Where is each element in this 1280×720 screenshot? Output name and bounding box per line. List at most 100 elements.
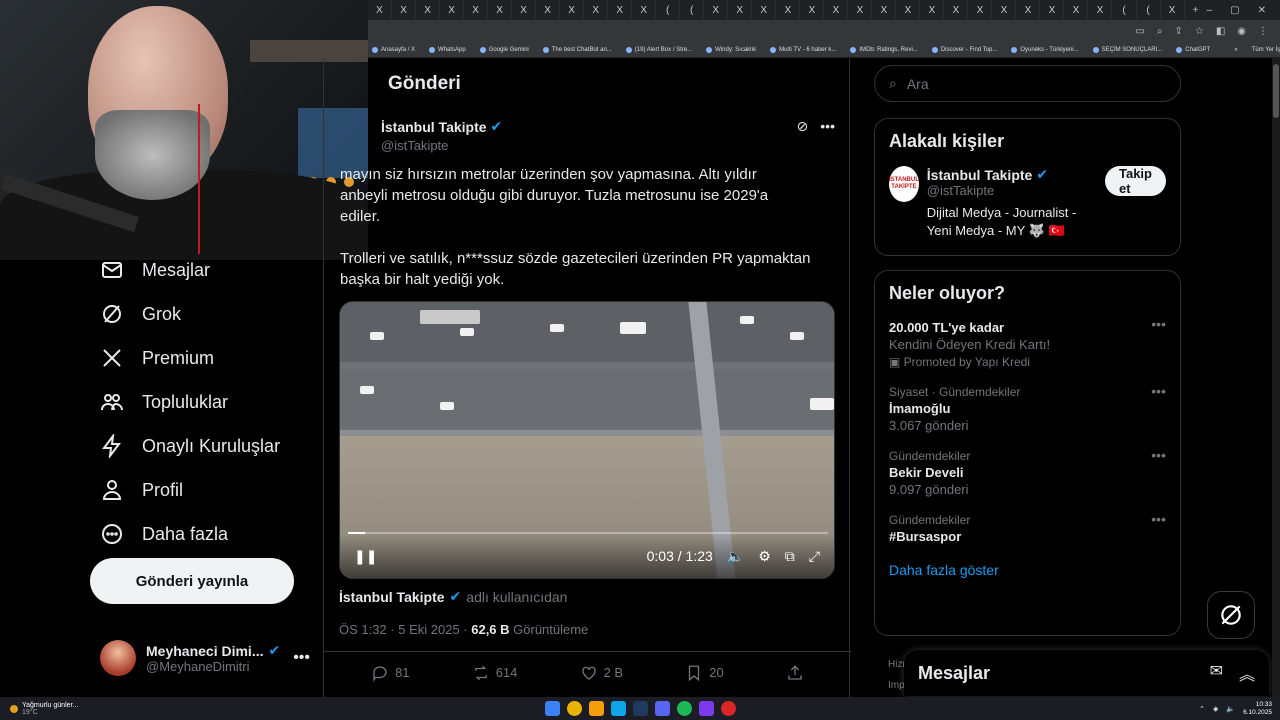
new-tab-button[interactable]: + — [1185, 5, 1207, 16]
all-bookmarks-button[interactable]: Tüm Yer İşaretleri — [1252, 47, 1280, 53]
related-handle[interactable]: @istTakipte — [927, 183, 1097, 198]
window-control-button[interactable]: – — [1207, 5, 1213, 16]
bookmark-item[interactable]: Google Gemini — [479, 46, 529, 53]
spotify-icon[interactable] — [677, 701, 692, 716]
share-button[interactable] — [786, 664, 804, 682]
sidebar-item-grok[interactable]: Grok — [90, 292, 322, 336]
start-icon[interactable] — [545, 701, 560, 716]
volume-icon[interactable]: 🔈 — [727, 548, 744, 565]
search-input[interactable]: ⌕ Ara — [874, 65, 1181, 102]
grok-button[interactable] — [1207, 591, 1255, 639]
trend-item[interactable]: Siyaset · Gündemdekiler İmamoğlu 3.067 g… — [875, 377, 1180, 441]
sidebar-item-communities[interactable]: Topluluklar — [90, 380, 322, 424]
account-switcher[interactable]: Meyhaneci Dimi... ✔ @MeyhaneDimitri ••• — [100, 636, 310, 680]
menu-icon[interactable]: ⋮ — [1258, 26, 1268, 37]
bookmark-item[interactable]: The best ChatBot an... — [542, 46, 612, 53]
bookmark-item[interactable]: Anasayfa / X — [372, 46, 415, 53]
discord-icon[interactable] — [655, 701, 670, 716]
browser-tab[interactable]: X — [368, 0, 393, 20]
repost-button[interactable]: 614 — [472, 664, 517, 682]
sidebar-item-verified-orgs[interactable]: Onaylı Kuruluşlar — [90, 424, 322, 468]
sidebar-item-messages[interactable]: Mesajlar — [90, 248, 322, 292]
sidebar-item-premium[interactable]: Premium — [90, 336, 322, 380]
browser-tab[interactable]: X — [752, 0, 777, 20]
browser-tab[interactable]: X — [392, 0, 417, 20]
tray-chevron-icon[interactable]: ⌃ — [1199, 705, 1205, 713]
browser-tab[interactable]: X — [1064, 0, 1089, 20]
bookmark-item[interactable]: Multi TV - 6 haber k... — [770, 46, 836, 53]
window-control-button[interactable]: ✕ — [1258, 5, 1266, 16]
volume-icon[interactable]: 🔈 — [1226, 705, 1235, 713]
clock[interactable]: 10:33 6.10.2025 — [1243, 701, 1272, 717]
bookmark-item[interactable]: IMDb: Ratings, Revi... — [850, 46, 918, 53]
more-icon[interactable]: ••• — [293, 649, 310, 667]
settings-gear-icon[interactable]: ⚙ — [758, 548, 771, 565]
window-control-button[interactable]: ▢ — [1230, 5, 1239, 16]
more-icon[interactable]: ••• — [1151, 511, 1166, 527]
browser-tab[interactable]: X — [920, 0, 945, 20]
fullscreen-icon[interactable]: ⤢ — [809, 548, 820, 565]
author-handle[interactable]: @istTakipte — [381, 138, 502, 153]
browser-tab[interactable]: X — [488, 0, 513, 20]
browser-tab[interactable]: ( — [1137, 0, 1161, 20]
more-icon[interactable]: ••• — [820, 118, 835, 135]
browser-tab[interactable]: X — [608, 0, 633, 20]
browser-tab[interactable]: X — [968, 0, 993, 20]
network-icon[interactable]: ◈ — [1213, 705, 1218, 713]
browser-tab[interactable]: X — [872, 0, 897, 20]
new-message-icon[interactable]: ✉ — [1210, 661, 1223, 685]
browser-tab[interactable]: ( — [656, 0, 681, 20]
bookmark-star-icon[interactable]: ☆ — [1195, 26, 1204, 37]
bookmark-item[interactable]: Oyuneks - Türkiyeni... — [1011, 46, 1079, 53]
browser-tab[interactable]: X — [944, 0, 969, 20]
picture-in-picture-icon[interactable]: ⧉ — [785, 548, 795, 565]
browser-tab[interactable]: X — [1016, 0, 1041, 20]
bookmark-item[interactable]: SEÇİM SONUÇLARI... — [1092, 46, 1162, 53]
bookmark-item[interactable]: Windy: Sıcaklık — [706, 46, 756, 53]
app-icon[interactable] — [721, 701, 736, 716]
post-button[interactable]: Gönderi yayınla — [90, 558, 294, 604]
browser-tab[interactable]: X — [1088, 0, 1113, 20]
browser-tab[interactable]: X — [728, 0, 753, 20]
avatar[interactable]: İSTANBUL TAKİPTE — [889, 166, 919, 202]
bookmark-button[interactable]: 20 — [685, 664, 724, 682]
cast-icon[interactable]: ▭ — [1135, 26, 1144, 37]
author-name[interactable]: İstanbul Takipte — [381, 119, 487, 135]
browser-tab[interactable]: ( — [1112, 0, 1137, 20]
browser-tab[interactable]: X — [632, 0, 657, 20]
related-name[interactable]: İstanbul Takipte — [927, 167, 1033, 183]
bookmark-item[interactable]: (19) Alert Box / Stre... — [625, 46, 692, 53]
more-icon[interactable]: ••• — [1151, 447, 1166, 463]
browser-tab[interactable]: X — [800, 0, 825, 20]
extension-icon[interactable]: ◧ — [1216, 26, 1225, 37]
page-scrollbar[interactable] — [1272, 58, 1280, 698]
attribution-name[interactable]: İstanbul Takipte — [339, 589, 445, 605]
browser-tab[interactable]: X — [704, 0, 729, 20]
video-player[interactable]: ❚❚ 0:03 / 1:23 🔈 ⚙ ⧉ ⤢ — [339, 301, 835, 579]
browser-tab[interactable]: X — [896, 0, 921, 20]
show-more-link[interactable]: Daha fazla göster — [875, 552, 1180, 592]
browser-tab[interactable]: X — [560, 0, 585, 20]
trend-item[interactable]: Gündemdekiler #Bursaspor ••• — [875, 505, 1180, 552]
pause-icon[interactable]: ❚❚ — [354, 548, 377, 565]
zoom-icon[interactable]: ⌕ — [1157, 26, 1163, 37]
browser-tab[interactable]: X — [776, 0, 801, 20]
trend-item[interactable]: Gündemdekiler Bekir Develi 9.097 gönderi… — [875, 441, 1180, 505]
folder-icon[interactable] — [589, 701, 604, 716]
follow-button[interactable]: Takip et — [1105, 166, 1166, 196]
grok-icon[interactable]: ⊘ — [797, 118, 809, 135]
share-icon[interactable]: ⇪ — [1174, 26, 1182, 37]
bookmark-item[interactable]: WhatsApp — [429, 46, 466, 53]
browser-tab[interactable]: X — [1161, 0, 1185, 20]
browser-tab[interactable]: X — [992, 0, 1017, 20]
browser-tab[interactable]: X — [512, 0, 537, 20]
bookmarks-overflow-button[interactable]: » — [1234, 47, 1237, 53]
app-icon[interactable] — [699, 701, 714, 716]
more-icon[interactable]: ••• — [1151, 316, 1166, 332]
steam-icon[interactable] — [633, 701, 648, 716]
edge-icon[interactable] — [611, 701, 626, 716]
tweet-author[interactable]: İstanbul Takipte ✔ @istTakipte — [381, 118, 502, 153]
browser-tab[interactable]: X — [848, 0, 873, 20]
messages-drawer[interactable]: Mesajlar ✉ ︽ — [904, 650, 1269, 696]
browser-tab[interactable]: X — [440, 0, 465, 20]
